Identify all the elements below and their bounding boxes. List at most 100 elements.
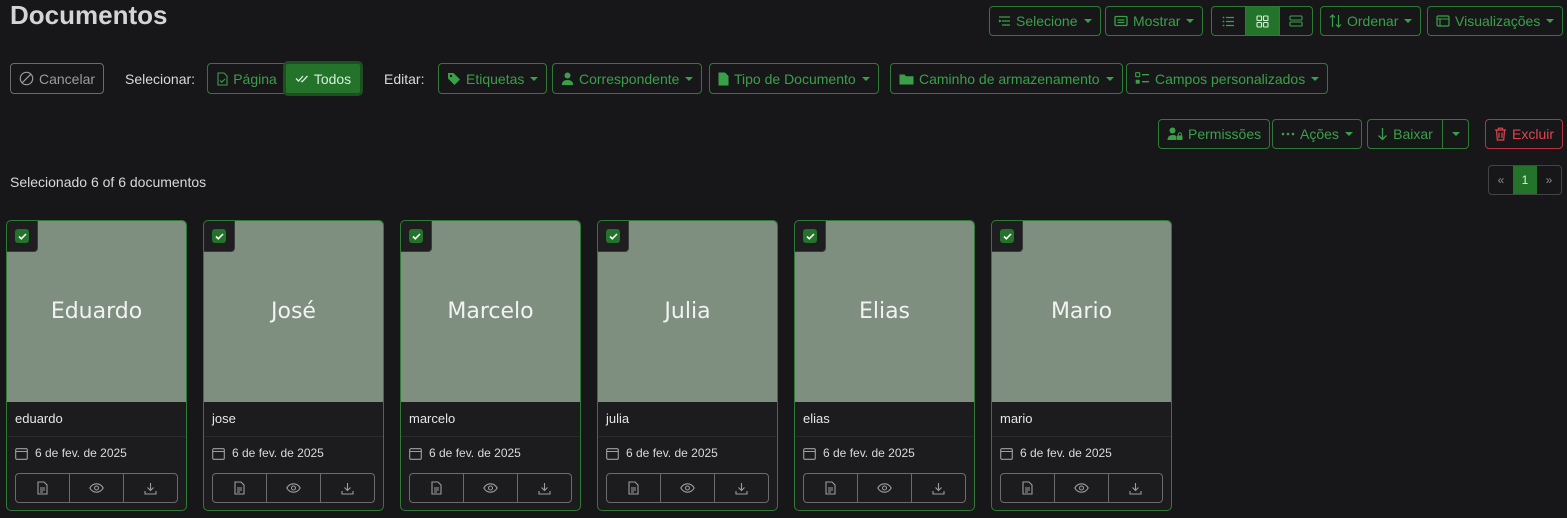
download-icon [932, 482, 945, 495]
caret-down-icon [1083, 19, 1092, 23]
display-mode-group [1211, 6, 1313, 36]
open-details-button[interactable] [16, 474, 69, 502]
download-options-toggle[interactable] [1442, 120, 1468, 148]
document-checkbox[interactable] [1000, 229, 1014, 243]
document-select-area[interactable] [204, 221, 235, 252]
download-document-button[interactable] [123, 474, 177, 502]
document-select-area[interactable] [401, 221, 432, 252]
document-date: 6 de fev. de 2025 [429, 446, 521, 460]
download-document-button[interactable] [911, 474, 965, 502]
select-dropdown-button[interactable]: Selecione [989, 6, 1101, 36]
document-title[interactable]: mario [992, 402, 1171, 437]
calendar-icon [803, 447, 816, 460]
permissions-button[interactable]: Permissões [1158, 119, 1271, 149]
custom-fields-label: Campos personalizados [1155, 70, 1306, 87]
document-title[interactable]: jose [204, 402, 383, 437]
file-text-icon [234, 481, 245, 495]
download-icon [341, 482, 354, 495]
document-select-area[interactable] [795, 221, 826, 252]
pagination-next[interactable]: » [1537, 166, 1561, 194]
document-card[interactable]: José jose 6 de fev. de 2025 [203, 220, 384, 511]
custom-fields-dropdown-button[interactable]: Campos personalizados [1126, 63, 1329, 94]
document-card[interactable]: Julia julia 6 de fev. de 2025 [597, 220, 778, 511]
document-title[interactable]: marcelo [401, 402, 580, 437]
preview-button[interactable] [660, 474, 714, 502]
document-title[interactable]: elias [795, 402, 974, 437]
show-dropdown-button[interactable]: Mostrar [1105, 6, 1204, 36]
folder-icon [899, 74, 914, 84]
select-page-button[interactable]: Página [208, 64, 286, 93]
document-select-area[interactable] [7, 221, 38, 252]
document-card[interactable]: Eduardo eduardo 6 de fev. de 2025 [6, 220, 187, 511]
delete-button[interactable]: Excluir [1485, 119, 1564, 149]
file-text-icon [431, 481, 442, 495]
document-checkbox[interactable] [212, 229, 226, 243]
document-card[interactable]: Elias elias 6 de fev. de 2025 [794, 220, 975, 511]
download-document-button[interactable] [517, 474, 571, 502]
selection-status: Selecionado 6 of 6 documentos [10, 174, 207, 190]
views-dropdown-button[interactable]: Visualizações [1427, 6, 1564, 36]
thumbnail-text: Eduardo [50, 299, 143, 324]
doctype-label: Tipo de Documento [734, 70, 856, 87]
select-page-label: Página [233, 70, 277, 87]
select-all-label: Todos [313, 70, 352, 87]
sort-dropdown-label: Ordenar [1347, 13, 1399, 29]
document-date-row: 6 de fev. de 2025 [409, 446, 521, 460]
select-dropdown-label: Selecione [1016, 13, 1078, 29]
storage-path-dropdown-button[interactable]: Caminho de armazenamento [890, 63, 1123, 94]
check-icon [214, 232, 224, 240]
caret-down-icon [1404, 19, 1413, 23]
document-title[interactable]: julia [598, 402, 777, 437]
open-details-button[interactable] [1001, 474, 1054, 502]
cancel-button[interactable]: Cancelar [10, 63, 105, 94]
open-details-button[interactable] [804, 474, 857, 502]
small-cards-view-button[interactable] [1245, 7, 1279, 35]
preview-button[interactable] [1054, 474, 1108, 502]
preview-button[interactable] [463, 474, 517, 502]
views-dropdown-label: Visualizações [1455, 13, 1541, 29]
open-details-button[interactable] [410, 474, 463, 502]
doctype-dropdown-button[interactable]: Tipo de Documento [709, 63, 879, 94]
pagination-prev[interactable]: « [1489, 166, 1513, 194]
document-date-row: 6 de fev. de 2025 [212, 446, 324, 460]
eye-icon [89, 483, 104, 493]
sort-dropdown-button[interactable]: Ordenar [1320, 6, 1422, 36]
file-text-icon [1022, 481, 1033, 495]
storage-path-label: Caminho de armazenamento [919, 70, 1100, 87]
open-details-button[interactable] [213, 474, 266, 502]
preview-button[interactable] [266, 474, 320, 502]
document-checkbox[interactable] [803, 229, 817, 243]
eye-icon [1074, 483, 1089, 493]
preview-button[interactable] [69, 474, 123, 502]
document-checkbox[interactable] [409, 229, 423, 243]
correspondent-label: Correspondente [579, 70, 680, 87]
arrow-down-icon [1378, 128, 1388, 141]
delete-label: Excluir [1512, 126, 1555, 142]
caret-down-icon [1452, 132, 1460, 136]
check-icon [17, 232, 27, 240]
download-document-button[interactable] [1108, 474, 1162, 502]
download-document-button[interactable] [320, 474, 374, 502]
eye-icon [877, 483, 892, 493]
document-select-area[interactable] [992, 221, 1023, 252]
tags-dropdown-button[interactable]: Etiquetas [438, 63, 548, 94]
document-checkbox[interactable] [15, 229, 29, 243]
correspondent-dropdown-button[interactable]: Correspondente [552, 63, 703, 94]
thumbnail-text: Julia [664, 299, 711, 324]
large-cards-view-button[interactable] [1279, 7, 1312, 35]
download-button[interactable]: Baixar [1368, 120, 1442, 148]
document-card[interactable]: Mario mario 6 de fev. de 2025 [991, 220, 1172, 511]
document-title[interactable]: eduardo [7, 402, 186, 437]
actions-dropdown-button[interactable]: Ações [1272, 119, 1362, 149]
document-checkbox[interactable] [606, 229, 620, 243]
select-all-button[interactable]: Todos [283, 61, 363, 96]
details-view-button[interactable] [1212, 7, 1245, 35]
document-select-area[interactable] [598, 221, 629, 252]
preview-button[interactable] [857, 474, 911, 502]
document-card[interactable]: Marcelo marcelo 6 de fev. de 2025 [400, 220, 581, 511]
pagination-current-page[interactable]: 1 [1513, 166, 1537, 194]
document-actions [606, 473, 769, 503]
download-document-button[interactable] [714, 474, 768, 502]
open-details-button[interactable] [607, 474, 660, 502]
download-split-group: Baixar [1367, 119, 1469, 149]
